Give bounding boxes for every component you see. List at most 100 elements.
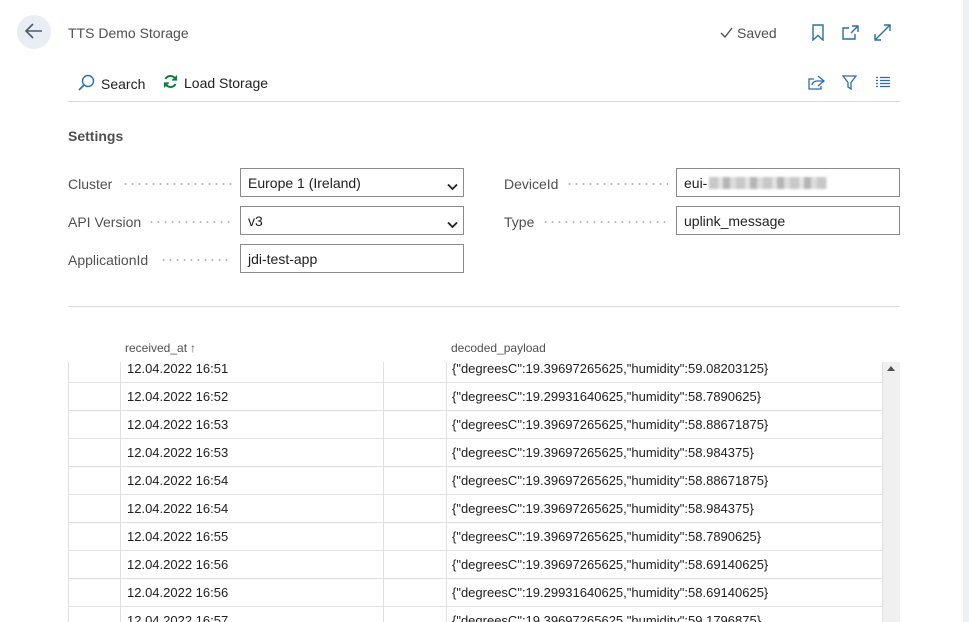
table-row[interactable]: 12.04.2022 16:56 {"degreesC":19.396972656… — [69, 551, 882, 579]
device-id-input[interactable]: eui- — [676, 168, 900, 197]
type-label: Type — [504, 213, 535, 230]
column-header-received-at[interactable]: received_at ↑ — [125, 341, 196, 355]
type-leader-dots — [542, 221, 668, 223]
grid-line — [446, 523, 447, 551]
table-row[interactable]: 12.04.2022 16:53 {"degreesC":19.396972656… — [69, 439, 882, 467]
api-version-label: API Version — [68, 213, 142, 230]
scroll-up-arrow-icon[interactable] — [887, 366, 895, 371]
cell-decoded-payload: {"degreesC":19.29931640625,"humidity":58… — [452, 389, 762, 404]
cell-received-at: 12.04.2022 16:54 — [127, 473, 229, 488]
section-divider — [68, 306, 900, 307]
api-version-leader-dots — [148, 221, 232, 223]
device-id-leader-dots — [566, 183, 668, 185]
chevron-down-icon — [447, 216, 458, 232]
grid-line — [446, 362, 447, 383]
cell-decoded-payload: {"degreesC":19.39697265625,"humidity":58… — [452, 501, 754, 516]
table-row[interactable]: 12.04.2022 16:52 {"degreesC":19.299316406… — [69, 383, 882, 411]
search-icon — [78, 74, 95, 94]
action-bar-tools — [807, 73, 892, 92]
settings-title: Settings — [68, 128, 124, 144]
cell-received-at: 12.04.2022 16:53 — [127, 417, 229, 432]
application-id-value: jdi-test-app — [248, 250, 318, 267]
grid-line — [120, 383, 121, 411]
grid-line — [120, 467, 121, 495]
table-row[interactable]: 12.04.2022 16:54 {"degreesC":19.396972656… — [69, 467, 882, 495]
type-value: uplink_message — [684, 212, 786, 229]
action-bar: Search Load Storage — [68, 62, 900, 102]
device-id-prefix: eui- — [684, 174, 708, 191]
filter-icon[interactable] — [840, 73, 859, 92]
application-id-label: ApplicationId — [68, 251, 149, 268]
sort-ascending-icon: ↑ — [190, 341, 197, 355]
grid-line — [120, 495, 121, 523]
table-row[interactable]: 12.04.2022 16:56 {"degreesC":19.299316406… — [69, 579, 882, 607]
table-row[interactable]: 12.04.2022 16:51 {"degreesC":19.396972656… — [69, 362, 882, 383]
cluster-select[interactable]: Europe 1 (Ireland) — [240, 168, 464, 197]
table-row[interactable]: 12.04.2022 16:53 {"degreesC":19.396972656… — [69, 411, 882, 439]
api-version-select[interactable]: v3 — [240, 206, 464, 235]
cluster-field-label: Cluster — [68, 169, 112, 198]
cluster-value: Europe 1 (Ireland) — [248, 174, 361, 191]
grid-line — [383, 607, 384, 622]
bookmark-icon[interactable] — [808, 22, 828, 42]
back-button[interactable] — [17, 15, 51, 49]
saved-status: Saved — [720, 25, 777, 41]
grid-line — [446, 439, 447, 467]
application-id-field-label: ApplicationId — [68, 245, 148, 274]
table-row[interactable]: 12.04.2022 16:55 {"degreesC":19.396972656… — [69, 523, 882, 551]
load-storage-label: Load Storage — [184, 75, 269, 91]
grid-line — [446, 411, 447, 439]
list-icon[interactable] — [873, 73, 892, 92]
cell-decoded-payload: {"degreesC":19.39697265625,"humidity":59… — [452, 362, 769, 376]
grid-line — [446, 551, 447, 579]
saved-label: Saved — [737, 25, 777, 41]
grid-line — [446, 383, 447, 411]
cell-decoded-payload: {"degreesC":19.39697265625,"humidity":58… — [452, 445, 754, 460]
search-action[interactable]: Search — [78, 74, 145, 94]
redacted-device-id — [709, 176, 828, 189]
device-id-label: DeviceId — [504, 175, 559, 192]
grid-line — [120, 551, 121, 579]
cluster-label: Cluster — [68, 175, 113, 192]
cell-received-at: 12.04.2022 16:55 — [127, 529, 229, 544]
decoded-payload-header-label: decoded_payload — [451, 341, 546, 355]
cell-received-at: 12.04.2022 16:51 — [127, 362, 229, 376]
cell-decoded-payload: {"degreesC":19.39697265625,"humidity":58… — [452, 473, 769, 488]
api-version-field-label: API Version — [68, 207, 141, 236]
api-version-value: v3 — [248, 212, 263, 229]
grid-line — [383, 383, 384, 411]
grid-line — [446, 579, 447, 607]
grid-line — [120, 579, 121, 607]
checkmark-icon — [720, 25, 733, 41]
grid-line — [383, 495, 384, 523]
cell-decoded-payload: {"degreesC":19.39697265625,"humidity":58… — [452, 417, 769, 432]
cell-decoded-payload: {"degreesC":19.39697265625,"humidity":59… — [452, 613, 762, 622]
load-storage-button[interactable]: Load Storage — [163, 74, 268, 92]
grid-line — [120, 523, 121, 551]
open-new-window-icon[interactable] — [840, 22, 860, 42]
application-id-leader-dots — [160, 259, 232, 261]
cell-received-at: 12.04.2022 16:56 — [127, 585, 229, 600]
type-input[interactable]: uplink_message — [676, 206, 900, 235]
table-row[interactable]: 12.04.2022 16:57 {"degreesC":19.396972656… — [69, 607, 882, 622]
data-grid: 12.04.2022 16:51 {"degreesC":19.396972656… — [68, 362, 883, 622]
page-title: TTS Demo Storage — [68, 25, 189, 41]
refresh-icon — [163, 74, 178, 92]
expand-icon[interactable] — [872, 22, 892, 42]
cell-received-at: 12.04.2022 16:52 — [127, 389, 229, 404]
cluster-leader-dots — [122, 183, 232, 185]
grid-line — [446, 495, 447, 523]
grid-line — [383, 523, 384, 551]
cell-decoded-payload: {"degreesC":19.39697265625,"humidity":58… — [452, 529, 762, 544]
share-icon[interactable] — [807, 73, 826, 92]
grid-line — [120, 362, 121, 383]
window-actions — [808, 22, 892, 42]
application-id-input[interactable]: jdi-test-app — [240, 244, 464, 273]
grid-line — [446, 467, 447, 495]
grid-line — [120, 607, 121, 622]
cell-received-at: 12.04.2022 16:56 — [127, 557, 229, 572]
table-row[interactable]: 12.04.2022 16:54 {"degreesC":19.396972656… — [69, 495, 882, 523]
column-header-decoded-payload[interactable]: decoded_payload — [451, 341, 546, 355]
grid-scrollbar[interactable] — [883, 362, 900, 622]
grid-line — [446, 607, 447, 622]
